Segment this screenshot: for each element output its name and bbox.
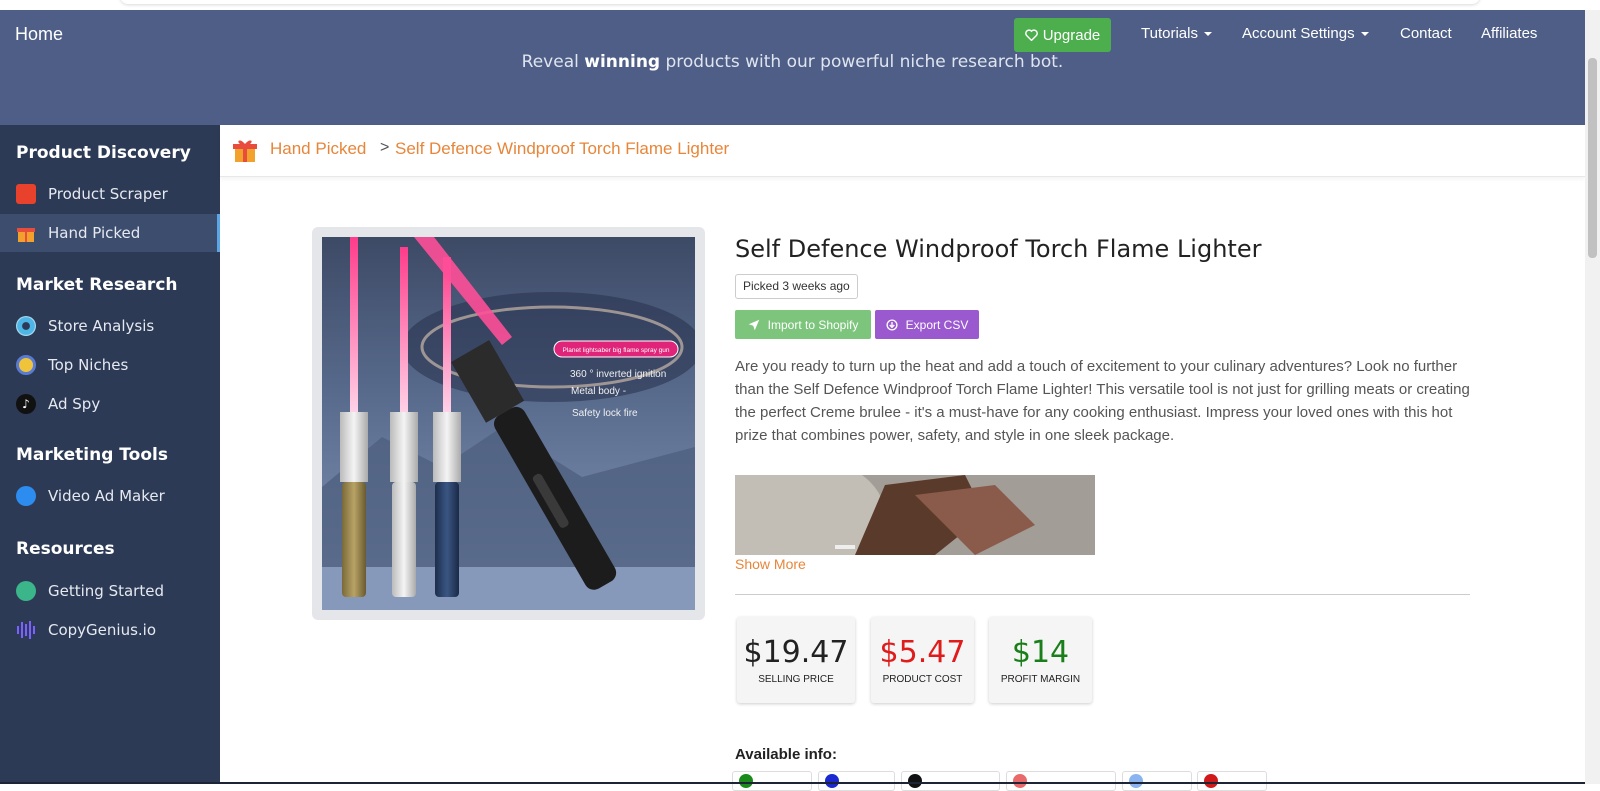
sidebar-item-ad-spy[interactable]: ♪ Ad Spy <box>0 385 220 423</box>
stat-label: PROFIT MARGIN <box>1000 674 1081 685</box>
nav-contact[interactable]: Contact <box>1400 25 1452 42</box>
sidebar-heading-product-discovery: Product Discovery <box>16 143 191 163</box>
show-more-link[interactable]: Show More <box>735 556 806 572</box>
stat-selling-price: $19.47 SELLING PRICE <box>737 617 855 703</box>
eye-icon <box>16 316 36 336</box>
sidebar-item-product-scraper[interactable]: Product Scraper <box>0 175 220 213</box>
breadcrumb: Hand Picked > Self Defence Windproof Tor… <box>220 125 1585 177</box>
stat-product-cost: $5.47 PRODUCT COST <box>871 617 974 703</box>
stat-profit-margin: $14 PROFIT MARGIN <box>989 617 1092 703</box>
info-chip[interactable] <box>818 771 895 791</box>
sidebar-heading-market-research: Market Research <box>16 275 178 295</box>
sidebar-item-label: Product Scraper <box>48 185 168 203</box>
paper-plane-icon <box>748 319 759 330</box>
nav-account-settings[interactable]: Account Settings <box>1242 25 1369 42</box>
stat-value: $14 <box>1011 635 1070 670</box>
breadcrumb-separator: > <box>380 139 390 156</box>
stat-value: $19.47 <box>743 635 849 670</box>
import-to-shopify-button[interactable]: Import to Shopify <box>735 310 871 339</box>
top-header: Home Reveal winning products with our po… <box>0 10 1585 125</box>
divider <box>735 594 1470 595</box>
product-photo: Planet lightsaber big flame spray gun 36… <box>322 237 695 610</box>
home-link[interactable]: Home <box>15 24 63 45</box>
chip-dot-icon <box>1129 774 1143 788</box>
available-info-label: Available info: <box>735 746 837 763</box>
hero-subtitle-pre: Reveal <box>521 52 585 72</box>
sidebar-item-label: Getting Started <box>48 582 164 600</box>
sidebar-item-label: Hand Picked <box>48 224 141 242</box>
gift-icon <box>17 228 35 242</box>
sidebar-item-copygenius[interactable]: CopyGenius.io <box>0 611 220 649</box>
sidebar-heading-marketing-tools: Marketing Tools <box>16 445 168 465</box>
upgrade-button[interactable]: Upgrade <box>1014 18 1111 52</box>
heart-icon <box>1024 29 1038 41</box>
chip-dot-icon <box>1013 774 1027 788</box>
chip-dot-icon <box>739 774 753 788</box>
nav-tutorials[interactable]: Tutorials <box>1141 25 1212 42</box>
sidebar-item-top-niches[interactable]: Top Niches <box>0 346 220 384</box>
chip-dot-icon <box>1204 774 1218 788</box>
product-image-frame: Planet lightsaber big flame spray gun 36… <box>312 227 705 620</box>
product-video-thumbnail[interactable] <box>735 475 1095 555</box>
breadcrumb-hand-picked[interactable]: Hand Picked <box>270 139 366 159</box>
hero-subtitle: Reveal winning products with our powerfu… <box>0 52 1585 72</box>
stat-label: SELLING PRICE <box>758 674 834 685</box>
gift-icon <box>233 140 257 162</box>
hero-subtitle-post: products with our powerful niche researc… <box>660 52 1064 72</box>
sidebar-item-store-analysis[interactable]: Store Analysis <box>0 307 220 345</box>
browser-top-strip <box>0 0 1600 10</box>
sidebar-item-video-ad-maker[interactable]: Video Ad Maker <box>0 477 220 515</box>
image-feature-1: 360 ° inverted ignition <box>570 369 666 380</box>
nav-affiliates[interactable]: Affiliates <box>1481 25 1537 42</box>
scrollbar-thumb[interactable] <box>1588 58 1597 258</box>
sound-wave-icon <box>17 621 35 639</box>
sidebar-item-label: Ad Spy <box>48 395 101 413</box>
product-image[interactable]: Planet lightsaber big flame spray gun 36… <box>322 237 695 610</box>
sidebar-item-hand-picked[interactable]: Hand Picked <box>0 214 220 252</box>
tiktok-icon: ♪ <box>16 394 36 414</box>
sidebar-item-label: Video Ad Maker <box>48 487 165 505</box>
stat-label: PRODUCT COST <box>882 674 963 685</box>
sidebar-item-label: Store Analysis <box>48 317 155 335</box>
nav-account-settings-label: Account Settings <box>1242 25 1355 42</box>
info-chip[interactable] <box>732 771 812 791</box>
sidebar-heading-resources: Resources <box>16 539 115 559</box>
magnifier-icon <box>16 355 36 375</box>
download-circle-icon <box>886 318 898 331</box>
breadcrumb-current: Self Defence Windproof Torch Flame Light… <box>395 139 730 158</box>
video-preview-image <box>735 475 1095 555</box>
export-csv-label: Export CSV <box>905 317 969 332</box>
sidebar: Product Discovery Product Scraper Hand P… <box>0 125 220 784</box>
product-title: Self Defence Windproof Torch Flame Light… <box>735 235 1262 263</box>
avatar-icon <box>16 581 36 601</box>
browser-address-pill <box>120 0 1480 4</box>
chip-dot-icon <box>825 774 839 788</box>
sidebar-item-label: CopyGenius.io <box>48 621 157 639</box>
sidebar-item-label: Top Niches <box>48 356 129 374</box>
info-chip[interactable] <box>1122 771 1192 791</box>
export-csv-button[interactable]: Export CSV <box>875 310 979 339</box>
image-tag-text: Planet lightsaber big flame spray gun <box>563 347 670 354</box>
video-camera-icon <box>16 486 36 506</box>
caret-down-icon <box>1203 32 1212 37</box>
image-feature-3: Safety lock fire <box>572 408 638 419</box>
sidebar-item-getting-started[interactable]: Getting Started <box>0 572 220 610</box>
chip-dot-icon <box>908 774 922 788</box>
import-to-shopify-label: Import to Shopify <box>767 317 859 332</box>
upgrade-label: Upgrade <box>1042 26 1101 44</box>
nav-tutorials-label: Tutorials <box>1141 25 1198 42</box>
info-chip[interactable] <box>1006 771 1116 791</box>
info-chip[interactable] <box>901 771 1000 791</box>
stat-value: $5.47 <box>879 635 966 670</box>
hero-subtitle-bold: winning <box>584 52 661 72</box>
info-chip[interactable] <box>1197 771 1267 791</box>
shopping-bag-icon <box>16 184 36 204</box>
image-feature-2: Metal body - <box>571 386 626 397</box>
product-description: Are you ready to turn up the heat and ad… <box>735 358 1470 444</box>
caret-down-icon <box>1360 32 1369 37</box>
picked-badge: Picked 3 weeks ago <box>735 274 858 299</box>
